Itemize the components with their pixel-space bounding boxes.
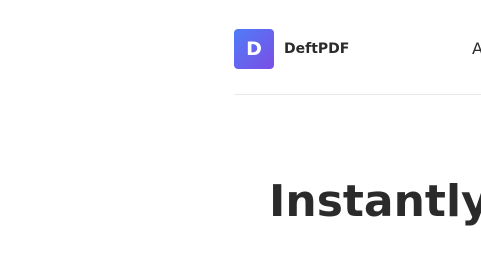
logo-home-link[interactable]: D DeftPDF — [234, 29, 349, 69]
deftpdf-logo-icon: D — [234, 29, 274, 69]
site-header: D DeftPDF A — [234, 0, 481, 95]
logo-letter: D — [246, 37, 262, 60]
brand-name: DeftPDF — [284, 41, 350, 57]
hero-title: Instantly — [269, 176, 481, 227]
nav-menu-item[interactable]: A — [472, 39, 481, 58]
page: D DeftPDF A Instantly — [0, 0, 481, 258]
